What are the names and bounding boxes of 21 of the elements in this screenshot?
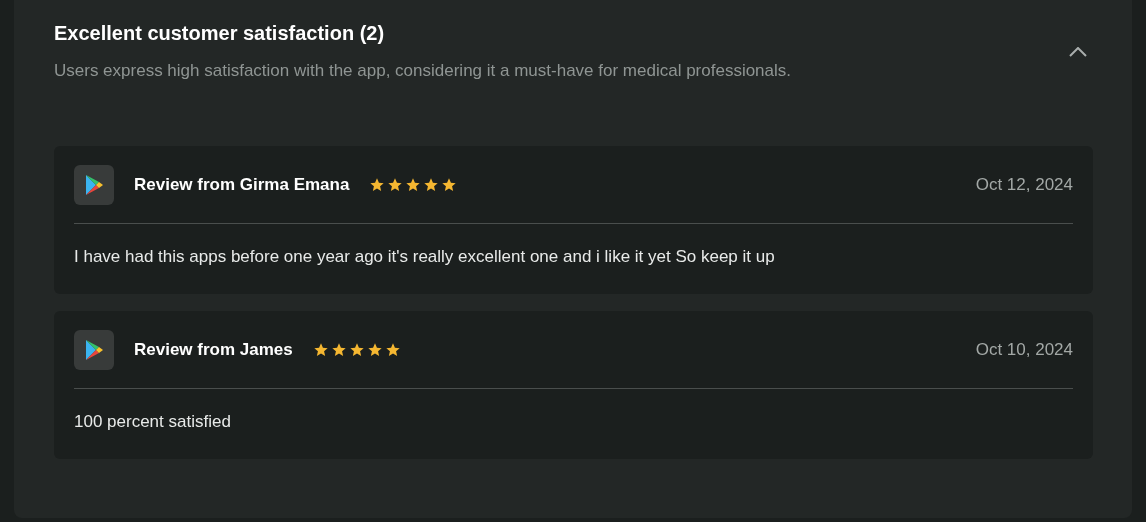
- review-date: Oct 12, 2024: [975, 174, 1073, 197]
- review-title: Review from James: [134, 339, 293, 362]
- star-icon: [312, 342, 329, 358]
- review-title: Review from Girma Emana: [134, 174, 350, 197]
- star-icon: [441, 177, 458, 193]
- app-store-icon: [74, 165, 114, 205]
- star-icon: [384, 342, 401, 358]
- star-icon: [330, 342, 347, 358]
- star-icon: [423, 177, 440, 193]
- review-text: 100 percent satisfied: [74, 411, 232, 433]
- star-icon: [366, 342, 383, 358]
- star-icon: [405, 177, 422, 193]
- app-store-icon: [74, 330, 114, 370]
- star-icon: [369, 177, 386, 193]
- section-title: Excellent customer satisfaction (2): [54, 21, 386, 46]
- star-icon: [348, 342, 365, 358]
- review-date: Oct 10, 2024: [975, 339, 1073, 362]
- star-icon: [387, 177, 404, 193]
- review-text: I have had this apps before one year ago it's really excellent one and i like it yet So keep it up: [74, 246, 776, 268]
- chevron-up-icon: [1069, 47, 1087, 57]
- section-description: Users express high satisfaction with the app, considering it a must-have for medical professionals.: [54, 60, 792, 82]
